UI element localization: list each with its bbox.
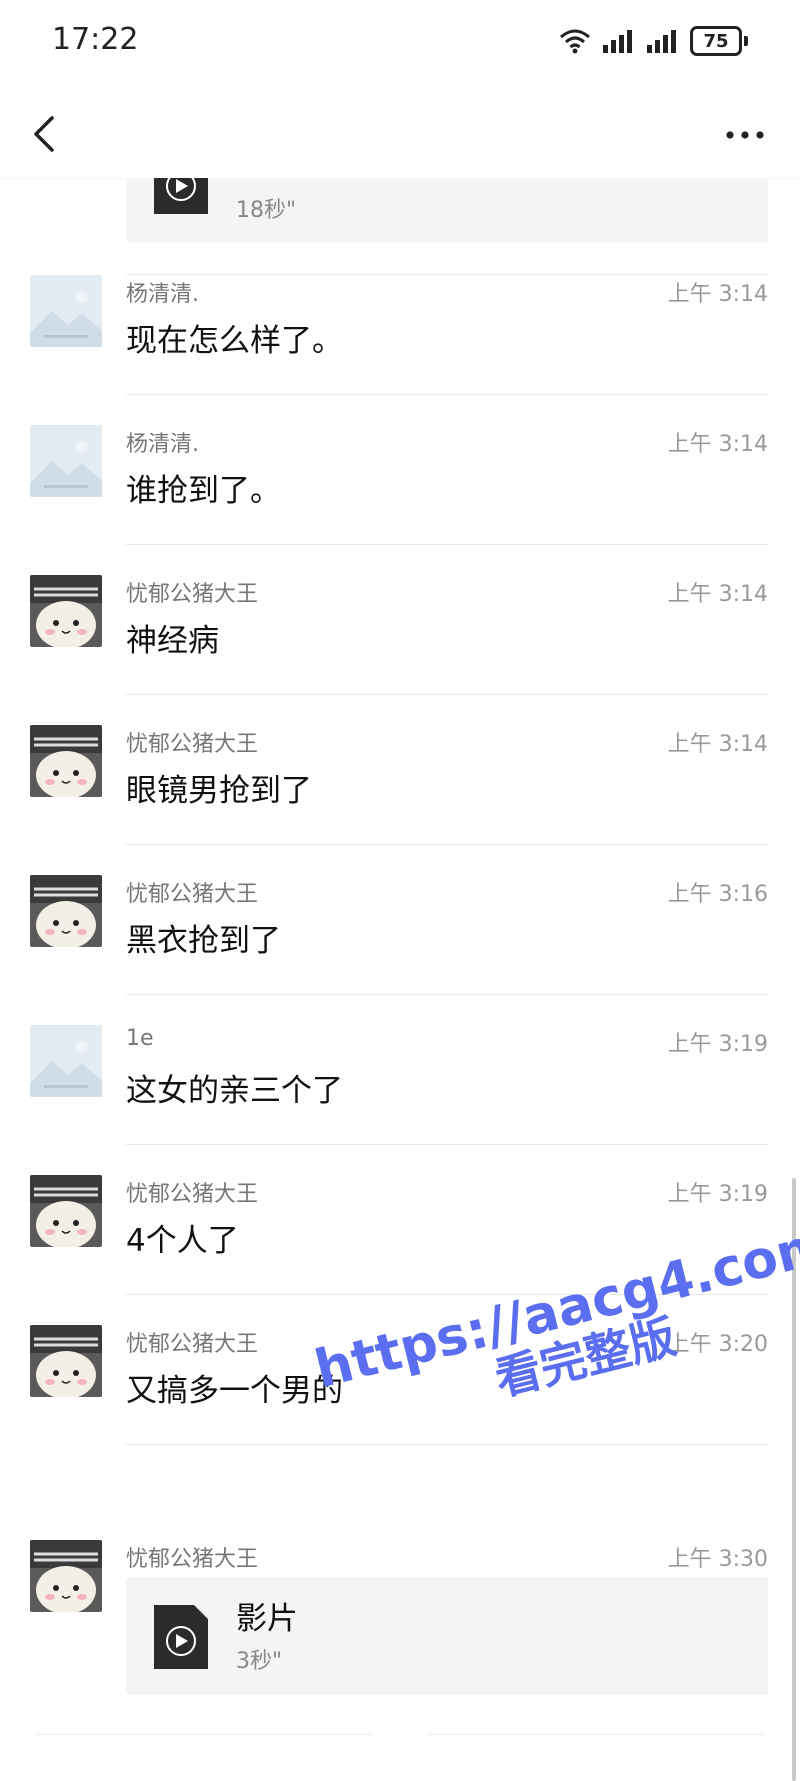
avatar-plush[interactable] xyxy=(30,725,102,797)
signal-icon xyxy=(603,30,632,53)
sender-name: 忧郁公猪大王 xyxy=(126,732,259,757)
message-time: 上午 3:16 xyxy=(667,882,768,907)
message-text: 谁抢到了。 xyxy=(126,473,281,509)
video-file-icon xyxy=(154,178,208,214)
message-item[interactable]: 杨清清. 上午 3:14 谁抢到了。 xyxy=(0,395,800,545)
message-time: 上午 3:19 xyxy=(667,1182,768,1207)
more-icon[interactable] xyxy=(720,120,770,150)
avatar-plush[interactable] xyxy=(30,1540,102,1612)
message-text: 黑衣抢到了 xyxy=(126,923,281,959)
signal-icon xyxy=(647,30,676,53)
message-item[interactable]: 杨清清. 上午 3:14 现在怎么样了。 xyxy=(0,245,800,395)
battery-tip xyxy=(744,36,748,46)
message-time: 上午 3:30 xyxy=(667,1547,768,1572)
message-text: 又搞多一个男的 xyxy=(126,1373,343,1409)
message-item[interactable]: 忧郁公猪大王 上午 3:14 眼镜男抢到了 xyxy=(0,695,800,845)
back-icon[interactable] xyxy=(22,110,70,158)
message-item[interactable]: 忧郁公猪大王 上午 3:30 影片 3秒" xyxy=(0,1510,800,1720)
divider xyxy=(428,1734,764,1735)
sender-name: 忧郁公猪大王 xyxy=(126,1182,259,1207)
message-time: 上午 3:14 xyxy=(667,732,768,757)
avatar-plush[interactable] xyxy=(30,875,102,947)
message-item[interactable]: 忧郁公猪大王 上午 3:14 神经病 xyxy=(0,545,800,695)
avatar-plush[interactable] xyxy=(30,1175,102,1247)
message-time: 上午 3:14 xyxy=(667,282,768,307)
message-text: 4个人了 xyxy=(126,1223,239,1259)
avatar-landscape[interactable] xyxy=(30,275,102,347)
divider xyxy=(126,1444,768,1445)
sender-name: 忧郁公猪大王 xyxy=(126,1547,259,1572)
nav-bar xyxy=(0,90,800,178)
sender-name: 忧郁公猪大王 xyxy=(126,582,259,607)
status-bar: 17:22 75 xyxy=(0,0,800,90)
message-text: 这女的亲三个了 xyxy=(126,1073,343,1109)
video-duration: 18秒" xyxy=(236,198,297,223)
message-time: 上午 3:14 xyxy=(667,432,768,457)
message-text: 现在怎么样了。 xyxy=(126,323,343,359)
battery-icon: 75 xyxy=(690,26,742,56)
status-time: 17:22 xyxy=(52,22,139,57)
message-item[interactable]: 1e 上午 3:19 这女的亲三个了 xyxy=(0,995,800,1145)
avatar-plush[interactable] xyxy=(30,1325,102,1397)
sender-name: 杨清清. xyxy=(126,282,199,307)
message-item[interactable]: 忧郁公猪大王 上午 3:16 黑衣抢到了 xyxy=(0,845,800,995)
video-card[interactable]: 影片 3秒" xyxy=(126,1577,768,1695)
sender-name: 1e xyxy=(126,1026,154,1051)
video-card[interactable]: 18秒" xyxy=(126,178,768,243)
status-icons: 75 xyxy=(558,26,748,56)
avatar-landscape[interactable] xyxy=(30,1025,102,1097)
divider xyxy=(36,1734,372,1735)
video-file-icon xyxy=(154,1605,208,1669)
wifi-icon xyxy=(560,29,590,54)
avatar-plush[interactable] xyxy=(30,575,102,647)
message-text: 眼镜男抢到了 xyxy=(126,773,312,809)
chat-history[interactable]: 18秒" 杨清清. 上午 3:14 现在怎么样了。 杨清清. 上午 3:14 谁抢到了。忧… xyxy=(0,178,800,1781)
video-duration: 3秒" xyxy=(236,1649,283,1674)
message-text: 神经病 xyxy=(126,623,219,659)
message-time: 上午 3:14 xyxy=(667,582,768,607)
sender-name: 忧郁公猪大王 xyxy=(126,1332,259,1357)
sender-name: 忧郁公猪大王 xyxy=(126,882,259,907)
sender-name: 杨清清. xyxy=(126,432,199,457)
video-title: 影片 xyxy=(236,1601,298,1637)
avatar-landscape[interactable] xyxy=(30,425,102,497)
message-time: 上午 3:19 xyxy=(667,1032,768,1057)
